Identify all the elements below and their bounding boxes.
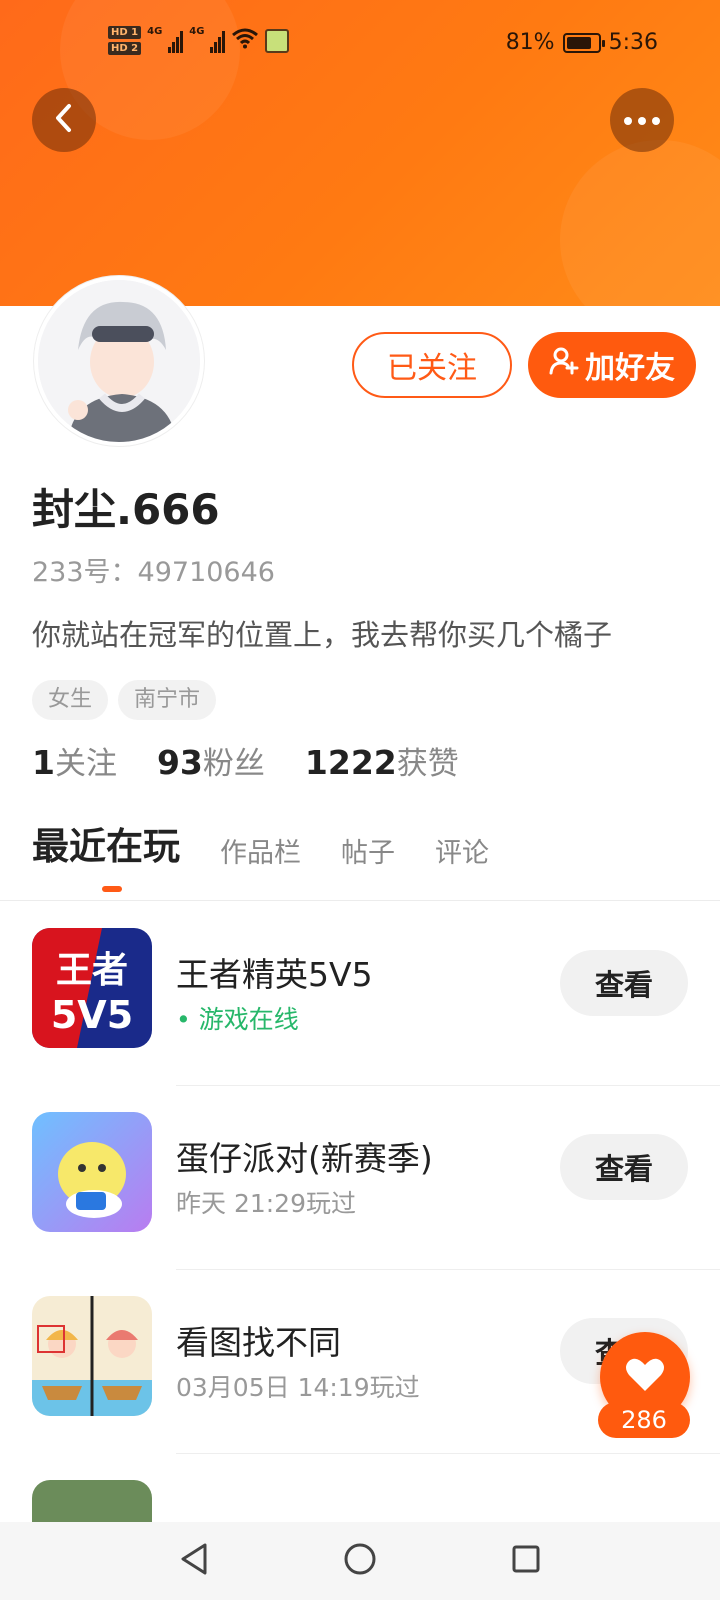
tab-divider (0, 900, 720, 901)
stat-likes-count: 1222 (304, 743, 397, 782)
add-friend-button[interactable]: 加好友 (528, 332, 696, 398)
game-icon-partial (32, 1480, 152, 1524)
account-id: 233号：49710646 (32, 557, 275, 588)
tag-gender: 女生 (32, 680, 109, 720)
square-recents-icon (511, 1544, 541, 1578)
game-title: 蛋仔派对(新赛季) (176, 1139, 433, 1178)
add-user-icon (549, 346, 579, 384)
stat-followers-label: 粉丝 (202, 746, 265, 782)
stat-following-label: 关注 (54, 746, 117, 782)
game-row[interactable]: 蛋仔派对(新赛季) 昨天 21:29玩过 查看 (0, 1086, 720, 1270)
profile-card: 已关注 加好友 封尘.666 233号：49710646 你就站在冠军的位置上，… (0, 276, 720, 1526)
stat-following-count: 1 (32, 743, 55, 782)
hd2-badge: HD 2 (108, 42, 142, 55)
heart-icon (625, 1357, 665, 1397)
nav-back-button[interactable] (176, 1543, 212, 1579)
game-row-partial[interactable] (0, 1454, 720, 1524)
game-status-online: 游戏在线 (176, 1000, 299, 1036)
game-icon-wangzhe: 王者 5V5 (32, 928, 152, 1048)
tab-works[interactable]: 作品栏 (220, 831, 301, 870)
ellipsis-icon (622, 111, 662, 130)
app-notification-icon (265, 28, 290, 53)
network-type-2: 4G (189, 26, 205, 37)
nav-home-button[interactable] (342, 1543, 378, 1579)
game-last-played: 昨天 21:29玩过 (176, 1189, 356, 1218)
view-button[interactable]: 查看 (560, 950, 688, 1016)
signal-icon (210, 29, 226, 53)
game-title: 王者精英5V5 (176, 955, 373, 994)
avatar-image (38, 280, 200, 442)
network-type-1: 4G (147, 26, 163, 37)
hd-indicators: HD 1 HD 2 (108, 26, 142, 55)
tab-comments[interactable]: 评论 (435, 831, 489, 870)
battery-percent: 81% (505, 30, 555, 55)
status-right: 81% 5:36 (506, 30, 658, 55)
clock: 5:36 (608, 30, 658, 55)
svg-text:王者: 王者 (56, 950, 128, 991)
bio: 你就站在冠军的位置上，我去帮你买几个橘子 (32, 618, 613, 652)
avatar[interactable] (34, 276, 204, 446)
circle-home-icon (343, 1542, 377, 1580)
header-decoration (560, 140, 720, 308)
wifi-icon (231, 27, 259, 55)
back-button[interactable] (32, 88, 96, 152)
stat-followers-count: 93 (156, 743, 203, 782)
profile-tabs: 最近在玩 作品栏 帖子 评论 (32, 816, 489, 892)
nav-recents-button[interactable] (508, 1543, 544, 1579)
signal-icon (168, 29, 184, 53)
stat-followers[interactable]: 93粉丝 (157, 738, 265, 783)
game-icon-spot-difference (32, 1296, 152, 1416)
view-button[interactable]: 查看 (560, 1134, 688, 1200)
like-count: 286 (598, 1402, 690, 1438)
system-nav-bar (0, 1522, 720, 1600)
more-button[interactable] (610, 88, 674, 152)
svg-text:5V5: 5V5 (51, 993, 133, 1037)
tag-city: 南宁市 (118, 680, 217, 720)
game-title: 看图找不同 (176, 1323, 341, 1362)
add-friend-label: 加好友 (585, 351, 675, 386)
username: 封尘.666 (32, 485, 220, 534)
triangle-back-icon (178, 1542, 210, 1580)
profile-tags: 女生 南宁市 (32, 680, 217, 720)
stat-following[interactable]: 1关注 (32, 738, 117, 783)
stat-likes-label: 获赞 (396, 746, 459, 782)
status-bar: HD 1 HD 2 4G 4G 81% 5:36 (0, 0, 720, 90)
tab-recently-played[interactable]: 最近在玩 (32, 816, 180, 892)
chevron-left-icon (51, 103, 77, 137)
stats: 1关注 93粉丝 1222获赞 (32, 738, 459, 783)
battery-icon (562, 32, 605, 53)
game-last-played: 03月05日 14:19玩过 (176, 1373, 420, 1402)
followed-button[interactable]: 已关注 (352, 332, 512, 398)
status-left: HD 1 HD 2 4G 4G (108, 26, 290, 55)
stat-likes[interactable]: 1222获赞 (305, 738, 459, 783)
hd1-badge: HD 1 (108, 26, 142, 39)
tab-posts[interactable]: 帖子 (341, 831, 395, 870)
game-icon-eggy-party (32, 1112, 152, 1232)
game-row[interactable]: 王者 5V5 王者精英5V5 游戏在线 查看 (0, 902, 720, 1086)
